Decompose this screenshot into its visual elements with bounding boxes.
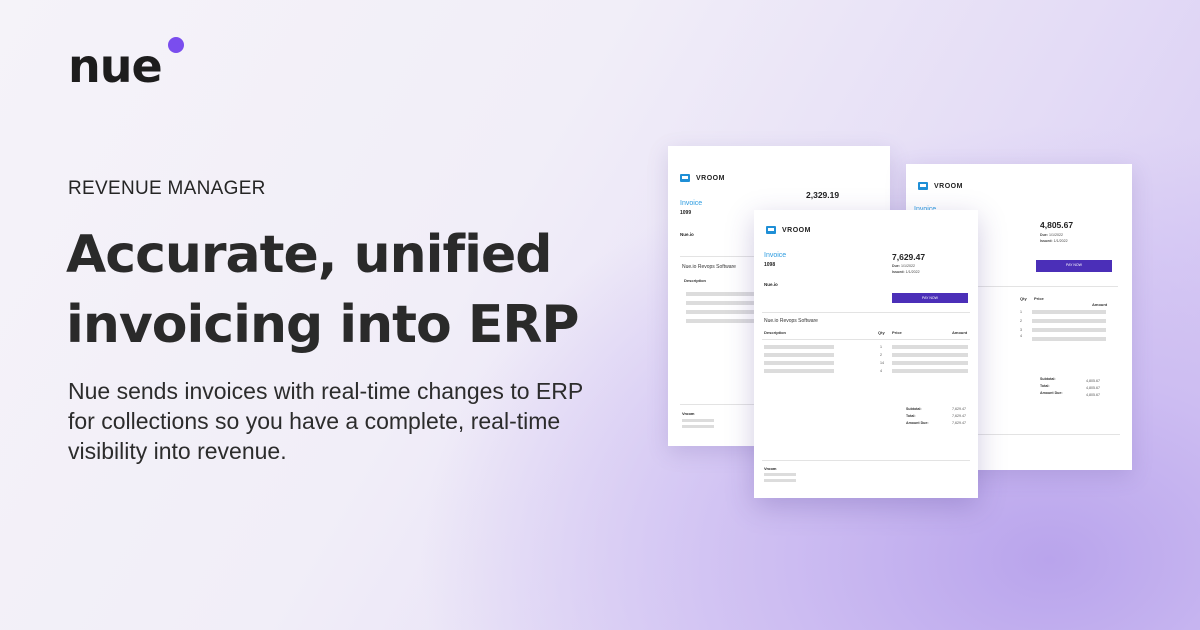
invoice-amount: 2,329.19 bbox=[806, 190, 840, 200]
logo-dot bbox=[168, 37, 184, 53]
issued-label: Issued: bbox=[1040, 239, 1053, 243]
line-qty: 1 bbox=[880, 345, 882, 349]
line-item-bar bbox=[1032, 310, 1106, 314]
product-name: Nue.io Revops Software bbox=[764, 318, 818, 324]
totals-values: 4,805.67 4,805.67 4,805.67 bbox=[1078, 378, 1100, 399]
brand-name: VROOM bbox=[934, 182, 963, 190]
line-qty: 1 bbox=[1020, 310, 1022, 314]
col-qty: Qty bbox=[878, 330, 885, 335]
subtotal-value: 4,805.67 bbox=[1086, 379, 1100, 383]
subtotal-value: 7,629.47 bbox=[952, 407, 966, 411]
line-item-bar bbox=[892, 361, 968, 365]
line-qty: 14 bbox=[880, 361, 884, 365]
invoice-number: 1098 bbox=[764, 262, 776, 268]
invoice-dates: Due: 1/1/2022 Issued: 1/1/2022 bbox=[1040, 232, 1068, 244]
total-value: 4,805.67 bbox=[1086, 386, 1100, 390]
col-qty: Qty bbox=[1020, 296, 1027, 301]
vroom-logo-icon bbox=[766, 226, 776, 234]
brand-name: VROOM bbox=[696, 174, 725, 182]
issued-value: 1/1/2022 bbox=[1053, 239, 1068, 243]
line-item-bar bbox=[764, 361, 834, 365]
line-item-bar bbox=[686, 301, 756, 305]
line-item-bar bbox=[764, 369, 834, 373]
invoice-dates: Due: 1/1/2022 Issued: 1/1/2022 bbox=[892, 263, 920, 275]
footer-bar bbox=[682, 425, 714, 428]
headline: Accurate, unified invoicing into ERP bbox=[66, 225, 580, 355]
vroom-brand: VROOM bbox=[766, 226, 811, 234]
subtext: Nue sends invoices with real-time change… bbox=[68, 378, 583, 464]
subtotal-label: Subtotal: bbox=[1040, 377, 1056, 381]
subtotal-label: Subtotal: bbox=[906, 407, 922, 411]
divider bbox=[762, 339, 970, 340]
amount-due-value: 4,805.67 bbox=[1086, 393, 1100, 397]
due-value: 1/1/2022 bbox=[901, 264, 915, 268]
invoice-amount: 7,629.47 bbox=[892, 252, 926, 262]
amount-due-label: Amount Due: bbox=[1040, 391, 1063, 395]
line-item-bar bbox=[764, 345, 834, 349]
brand-name: VROOM bbox=[782, 226, 811, 234]
product-name: Nue.io Revops Software bbox=[682, 264, 736, 270]
invoice-label: Invoice bbox=[680, 200, 703, 207]
footer-bar bbox=[682, 419, 714, 422]
line-item-bar bbox=[892, 369, 968, 373]
totals-values: 7,629.47 7,629.47 7,629.47 bbox=[944, 406, 966, 427]
vroom-logo-icon bbox=[680, 174, 690, 182]
total-label: Total: bbox=[1040, 384, 1050, 388]
line-qty: 4 bbox=[880, 369, 882, 373]
line-qty: 2 bbox=[880, 353, 882, 357]
line-item-bar bbox=[764, 353, 834, 357]
divider bbox=[762, 312, 970, 313]
invoice-card-front: VROOM Invoice 1098 7,629.47 Due: 1/1/202… bbox=[754, 210, 978, 498]
col-price: Price bbox=[892, 330, 902, 335]
line-item-bar bbox=[892, 345, 968, 349]
vroom-brand: VROOM bbox=[680, 174, 725, 182]
footer-brand: Vroom bbox=[682, 411, 695, 416]
invoice-number: 1099 bbox=[680, 210, 692, 216]
col-amount: Amount bbox=[1092, 302, 1108, 307]
due-value: 1/1/2022 bbox=[1049, 233, 1063, 237]
col-description: Description bbox=[764, 330, 787, 335]
amount-due-value: 7,629.47 bbox=[952, 421, 966, 425]
amount-due-label: Amount Due: bbox=[906, 421, 929, 425]
footer-bar bbox=[764, 473, 796, 476]
line-qty: 3 bbox=[1020, 328, 1022, 332]
invoice-amount: 4,805.67 bbox=[1040, 220, 1074, 230]
divider bbox=[978, 286, 1118, 287]
line-item-bar bbox=[1032, 337, 1106, 341]
vroom-brand: VROOM bbox=[918, 182, 963, 190]
pay-now-button[interactable]: PAY NOW bbox=[892, 293, 968, 303]
line-item-bar bbox=[686, 310, 756, 314]
totals-labels: Subtotal: Total: Amount Due: bbox=[1040, 376, 1063, 397]
line-item-bar bbox=[1032, 319, 1106, 323]
total-value: 7,629.47 bbox=[952, 414, 966, 418]
line-qty: 4 bbox=[1020, 334, 1022, 338]
vroom-logo-icon bbox=[918, 182, 928, 190]
invoice-from: Nue.io bbox=[764, 282, 778, 287]
line-qty: 2 bbox=[1020, 319, 1022, 323]
col-price: Price bbox=[1034, 296, 1044, 301]
footer-brand: Vroom bbox=[764, 466, 777, 471]
nue-logo: nue bbox=[68, 39, 163, 93]
invoice-from: Nue.io bbox=[680, 232, 694, 237]
col-description: Description bbox=[684, 278, 707, 283]
line-item-bar bbox=[1032, 328, 1106, 332]
totals-labels: Subtotal: Total: Amount Due: bbox=[906, 406, 929, 427]
divider bbox=[762, 460, 970, 461]
line-item-bar bbox=[892, 353, 968, 357]
pay-now-button[interactable]: PAY NOW bbox=[1036, 260, 1112, 272]
line-item-bar bbox=[686, 319, 756, 323]
eyebrow-label: REVENUE MANAGER bbox=[68, 178, 266, 199]
col-amount: Amount bbox=[952, 330, 968, 335]
divider bbox=[978, 434, 1120, 435]
invoice-label: Invoice bbox=[764, 252, 787, 259]
footer-bar bbox=[764, 479, 796, 482]
due-label: Due: bbox=[1040, 233, 1048, 237]
issued-value: 1/1/2022 bbox=[905, 270, 920, 274]
total-label: Total: bbox=[906, 414, 916, 418]
line-item-bar bbox=[686, 292, 756, 296]
issued-label: Issued: bbox=[892, 270, 905, 274]
due-label: Due: bbox=[892, 264, 900, 268]
